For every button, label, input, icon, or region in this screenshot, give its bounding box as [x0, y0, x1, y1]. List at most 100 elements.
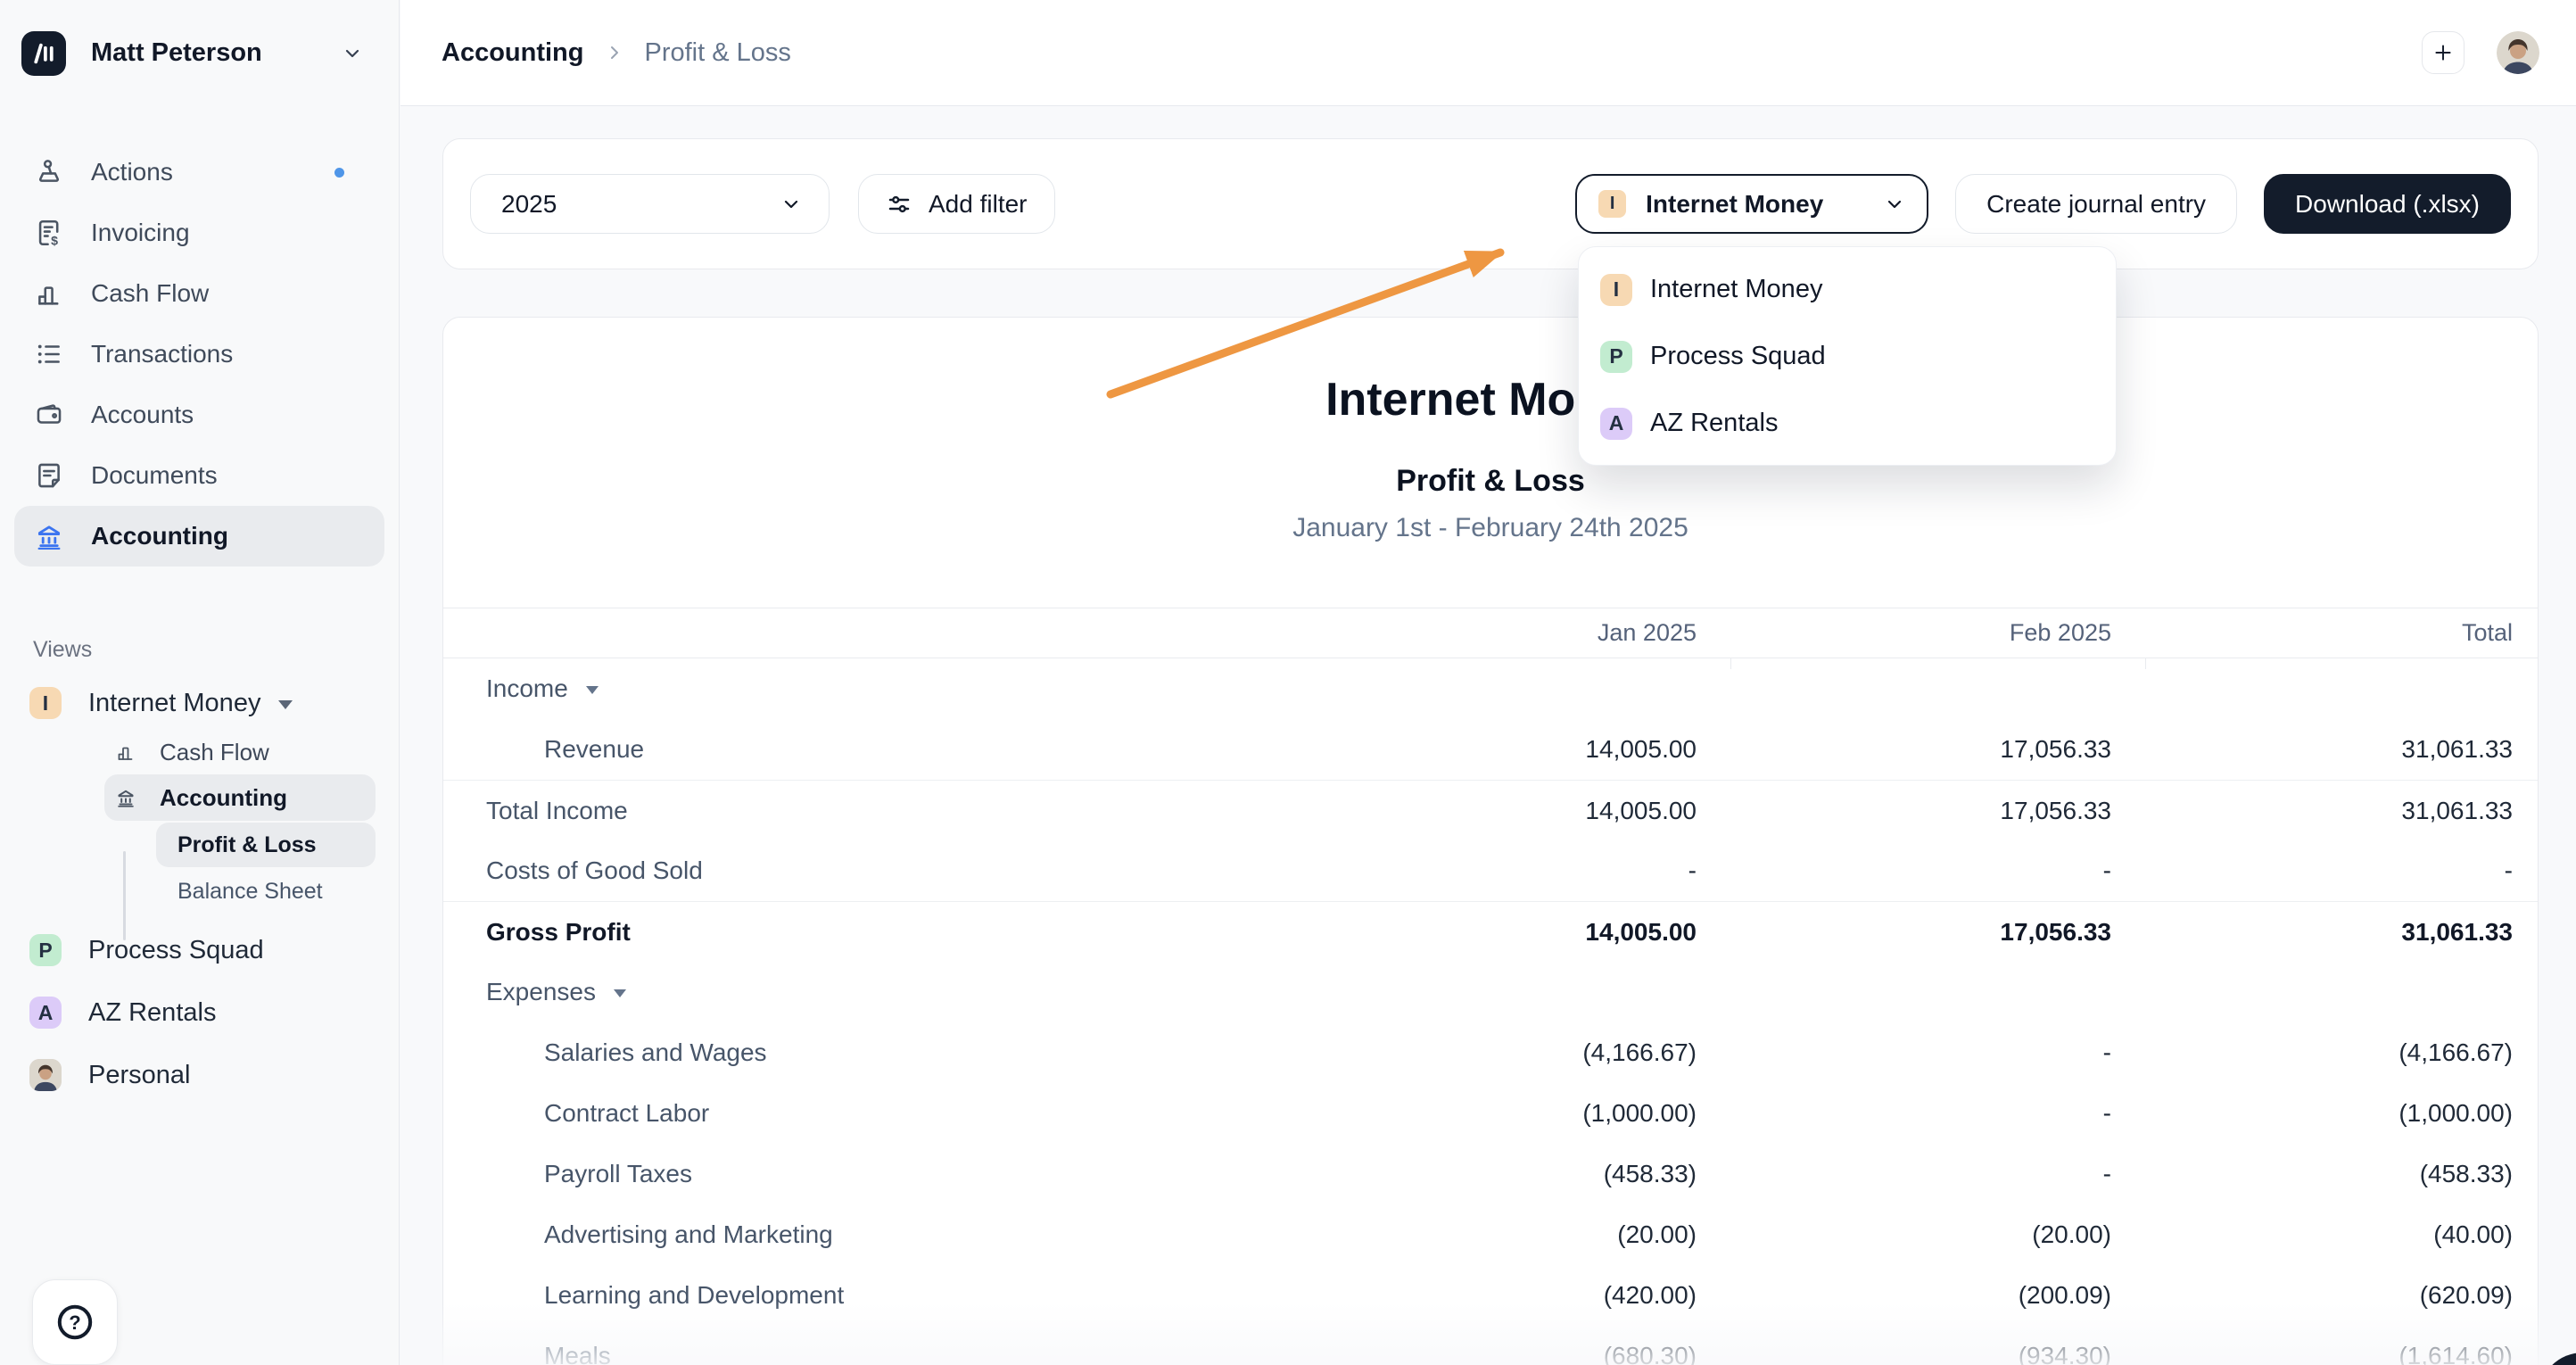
sidebar-item-label: Invoicing	[91, 219, 190, 247]
cell-feb: (934.30)	[1697, 1342, 2111, 1365]
view-item-cash-flow[interactable]: Cash Flow	[104, 730, 376, 774]
cell-feb: 17,056.33	[1697, 797, 2111, 825]
table-row-income[interactable]: Income	[443, 658, 2538, 719]
sidebar-item-transactions[interactable]: Transactions	[14, 324, 384, 385]
cell-jan: 14,005.00	[1375, 797, 1697, 825]
cell-total: -	[2111, 856, 2513, 885]
cell-total: 31,061.33	[2111, 918, 2513, 947]
workspace-switcher[interactable]: Matt Peterson	[0, 0, 399, 106]
dropdown-item-label: Internet Money	[1650, 275, 1822, 304]
sidebar-nav: Actions $ Invoicing Cash Flow Transactio…	[0, 106, 399, 567]
personal-avatar	[29, 1059, 62, 1091]
sidebar-item-documents[interactable]: Documents	[14, 445, 384, 506]
help-button[interactable]: ?	[32, 1279, 118, 1365]
breadcrumb-parent[interactable]: Accounting	[442, 38, 584, 68]
view-group-label: AZ Rentals	[88, 998, 216, 1028]
cell-feb: 17,056.33	[1697, 735, 2111, 764]
cell-total: (620.09)	[2111, 1281, 2513, 1310]
tree-connector-line	[123, 851, 126, 940]
chevron-down-icon	[780, 194, 802, 215]
cell-total: 31,061.33	[2111, 797, 2513, 825]
view-group-process-squad[interactable]: P Process Squad	[14, 922, 376, 979]
row-label: Total Income	[486, 797, 1375, 825]
cell-total: (1,000.00)	[2111, 1099, 2513, 1128]
cell-feb: (200.09)	[1697, 1281, 2111, 1310]
views-section-label: Views	[14, 637, 376, 663]
view-group-personal[interactable]: Personal	[14, 1046, 376, 1104]
sidebar-item-label: Actions	[91, 158, 173, 186]
caret-down-icon[interactable]	[586, 686, 599, 694]
entity-select-value: Internet Money	[1646, 190, 1884, 219]
entity-select[interactable]: I Internet Money	[1575, 174, 1928, 234]
view-item-accounting[interactable]: Accounting	[104, 774, 376, 821]
dropdown-item-internet-money[interactable]: I Internet Money	[1579, 256, 2116, 323]
view-group-label: Process Squad	[88, 936, 264, 965]
sidebar-item-invoicing[interactable]: $ Invoicing	[14, 203, 384, 263]
table-row-meals: Meals (680.30) (934.30) (1,614.60)	[443, 1326, 2538, 1365]
dropdown-item-az-rentals[interactable]: A AZ Rentals	[1579, 390, 2116, 457]
column-divider-tick	[2145, 658, 2146, 669]
row-label: Payroll Taxes	[486, 1160, 1375, 1188]
row-label: Salaries and Wages	[486, 1038, 1375, 1067]
sidebar-item-label: Accounts	[91, 401, 194, 429]
download-label: Download (.xlsx)	[2295, 190, 2480, 219]
sidebar-item-label: Accounting	[91, 522, 228, 550]
entity-badge: I	[29, 687, 62, 719]
view-item-label: Profit & Loss	[178, 832, 317, 858]
table-row-gross-profit: Gross Profit 14,005.00 17,056.33 31,061.…	[443, 901, 2538, 962]
sidebar-item-cash-flow[interactable]: Cash Flow	[14, 263, 384, 324]
invoice-icon: $	[34, 218, 64, 248]
user-avatar[interactable]	[2497, 31, 2539, 74]
entity-badge: P	[1600, 341, 1632, 373]
sidebar-item-label: Transactions	[91, 340, 233, 368]
table-row-salaries: Salaries and Wages (4,166.67) - (4,166.6…	[443, 1022, 2538, 1083]
chevron-right-icon	[604, 42, 625, 63]
avatar-photo-icon	[2497, 31, 2539, 74]
table-row-payroll-taxes: Payroll Taxes (458.33) - (458.33)	[443, 1144, 2538, 1204]
entity-badge: A	[29, 997, 62, 1029]
sidebar-item-accounts[interactable]: Accounts	[14, 385, 384, 445]
cell-jan: (4,166.67)	[1375, 1038, 1697, 1067]
table-row-total-income: Total Income 14,005.00 17,056.33 31,061.…	[443, 780, 2538, 840]
row-label: Gross Profit	[486, 918, 1375, 947]
sidebar-item-actions[interactable]: Actions	[14, 142, 384, 203]
cell-total: 31,061.33	[2111, 735, 2513, 764]
cell-feb: -	[1697, 1038, 2111, 1067]
cell-total: (4,166.67)	[2111, 1038, 2513, 1067]
view-item-profit-loss[interactable]: Profit & Loss	[156, 823, 376, 867]
report-table: Jan 2025 Feb 2025 Total Income Revenue 1…	[443, 608, 2538, 1365]
app-logo	[21, 31, 66, 76]
caret-down-icon[interactable]	[614, 989, 626, 997]
plus-icon	[2432, 41, 2455, 64]
view-group-internet-money[interactable]: I Internet Money	[14, 678, 376, 728]
table-row-expenses[interactable]: Expenses	[443, 962, 2538, 1022]
entity-badge: P	[29, 934, 62, 966]
dropdown-item-process-squad[interactable]: P Process Squad	[1579, 323, 2116, 390]
view-group-az-rentals[interactable]: A AZ Rentals	[14, 984, 376, 1041]
avatar-photo-icon	[29, 1059, 62, 1091]
row-label: Expenses	[486, 978, 596, 1006]
table-row-contract-labor: Contract Labor (1,000.00) - (1,000.00)	[443, 1083, 2538, 1144]
column-divider-tick	[1730, 658, 1731, 669]
row-label: Meals	[486, 1342, 1375, 1365]
row-label: Learning and Development	[486, 1281, 1375, 1310]
table-row-revenue: Revenue 14,005.00 17,056.33 31,061.33	[443, 719, 2538, 780]
download-xlsx-button[interactable]: Download (.xlsx)	[2264, 174, 2511, 234]
year-select-value: 2025	[501, 190, 557, 219]
cell-jan: (680.30)	[1375, 1342, 1697, 1365]
svg-text:?: ?	[69, 1311, 80, 1334]
row-label: Revenue	[486, 735, 1375, 764]
list-icon	[34, 339, 64, 369]
cell-total: (458.33)	[2111, 1160, 2513, 1188]
view-item-balance-sheet[interactable]: Balance Sheet	[156, 869, 376, 914]
view-item-label: Accounting	[160, 784, 287, 812]
add-filter-button[interactable]: Add filter	[858, 174, 1055, 234]
notification-dot	[334, 168, 344, 178]
column-header: Total	[2111, 619, 2513, 647]
create-journal-entry-button[interactable]: Create journal entry	[1955, 174, 2237, 234]
bar-chart-icon	[34, 278, 64, 309]
entity-badge: I	[1600, 274, 1632, 306]
year-select[interactable]: 2025	[470, 174, 830, 234]
add-button[interactable]	[2422, 31, 2465, 74]
sidebar-item-accounting[interactable]: Accounting	[14, 506, 384, 567]
